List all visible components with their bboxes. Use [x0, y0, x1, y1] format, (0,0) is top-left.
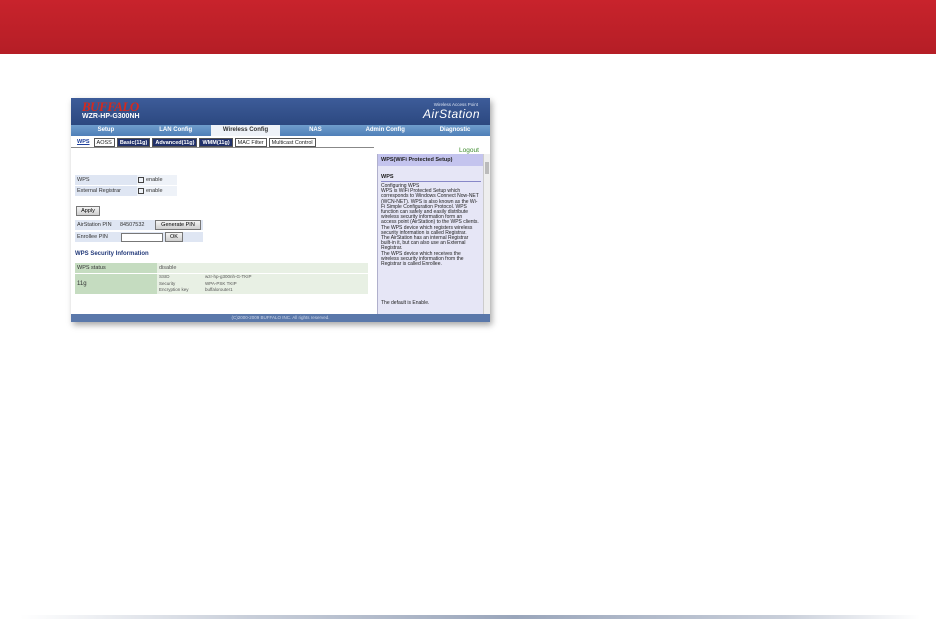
wps-status-value-text: disable — [159, 265, 177, 271]
help-title: WPS(WiFi Protected Setup) — [378, 154, 487, 166]
menu-diagnostic[interactable]: Diagnostic — [420, 125, 490, 136]
help-panel: WPS(WiFi Protected Setup) WPS Configurin… — [377, 154, 487, 314]
scrollbar-thumb[interactable] — [485, 162, 489, 174]
tab-aoss[interactable]: AOSS — [93, 138, 115, 147]
router-screenshot: BUFFALO WZR-HP-G300NH Wireless Access Po… — [71, 98, 490, 322]
apply-button[interactable]: Apply — [76, 206, 100, 216]
wps-status-label: WPS status — [75, 263, 157, 273]
band-details: SSID wzr-hp-g300nh-G-TKIP Security WPA-P… — [157, 274, 368, 294]
wps-enable-text: enable — [146, 177, 163, 183]
external-registrar-value: enable — [137, 186, 177, 196]
tab-mac-filter[interactable]: MAC Filter — [234, 138, 267, 147]
tab-wmm[interactable]: WMM(11g) — [199, 138, 233, 147]
wps-value: enable — [137, 175, 177, 185]
external-registrar-enable-text: enable — [146, 188, 163, 194]
airstation-logo: AirStation — [422, 107, 480, 121]
encryption-key-value: buffalorouter1 — [205, 287, 233, 292]
menu-admin-config[interactable]: Admin Config — [350, 125, 420, 136]
enrollee-pin-input[interactable] — [121, 233, 163, 242]
menu-setup[interactable]: Setup — [71, 125, 141, 136]
airstation-pin-value: 84507532 — [120, 222, 145, 228]
external-registrar-checkbox[interactable] — [138, 187, 144, 194]
airstation-pin-label: AirStation PIN — [77, 222, 112, 228]
main-menu: Setup LAN Config Wireless Config NAS Adm… — [71, 125, 490, 136]
help-body: Configuring WPS WPS is WiFi Protected Se… — [381, 183, 479, 268]
ok-button[interactable]: OK — [165, 232, 183, 242]
tab-advanced[interactable]: Advanced(11g) — [152, 138, 198, 147]
menu-wireless-config[interactable]: Wireless Config — [210, 125, 281, 136]
menu-nas[interactable]: NAS — [280, 125, 350, 136]
wps-checkbox[interactable] — [138, 176, 144, 183]
sub-tabs: WPS AOSS Basic(11g) Advanced(11g) WMM(11… — [75, 138, 316, 147]
top-banner — [0, 0, 936, 54]
tab-basic[interactable]: Basic(11g) — [116, 138, 151, 147]
help-scrollbar[interactable] — [483, 154, 490, 314]
help-heading: WPS — [381, 174, 394, 180]
tab-separator — [71, 147, 374, 148]
tab-multicast[interactable]: Multicast Control — [268, 138, 316, 147]
menu-lan-config[interactable]: LAN Config — [141, 125, 211, 136]
encryption-key-label: Encryption key — [159, 287, 189, 292]
enrollee-pin-label: Enrollee PIN — [77, 234, 108, 240]
router-header: BUFFALO WZR-HP-G300NH Wireless Access Po… — [71, 98, 490, 125]
help-divider — [381, 181, 481, 182]
wps-label: WPS — [75, 175, 137, 185]
model-name: WZR-HP-G300NH — [82, 113, 140, 120]
tab-wps[interactable]: WPS — [75, 138, 92, 147]
wps-status-value: disable — [157, 263, 368, 273]
router-footer: (C)2000-2009 BUFFALO INC. All rights res… — [71, 314, 490, 322]
generate-pin-button[interactable]: Generate PIN — [155, 220, 201, 230]
bottom-divider — [20, 615, 920, 619]
band-label: 11g — [75, 274, 157, 294]
security-section-title: WPS Security Information — [75, 251, 149, 257]
external-registrar-label: External Registrar — [75, 186, 137, 196]
logout-link[interactable]: Logout — [459, 147, 479, 154]
help-default: The default is Enable. — [381, 300, 430, 306]
